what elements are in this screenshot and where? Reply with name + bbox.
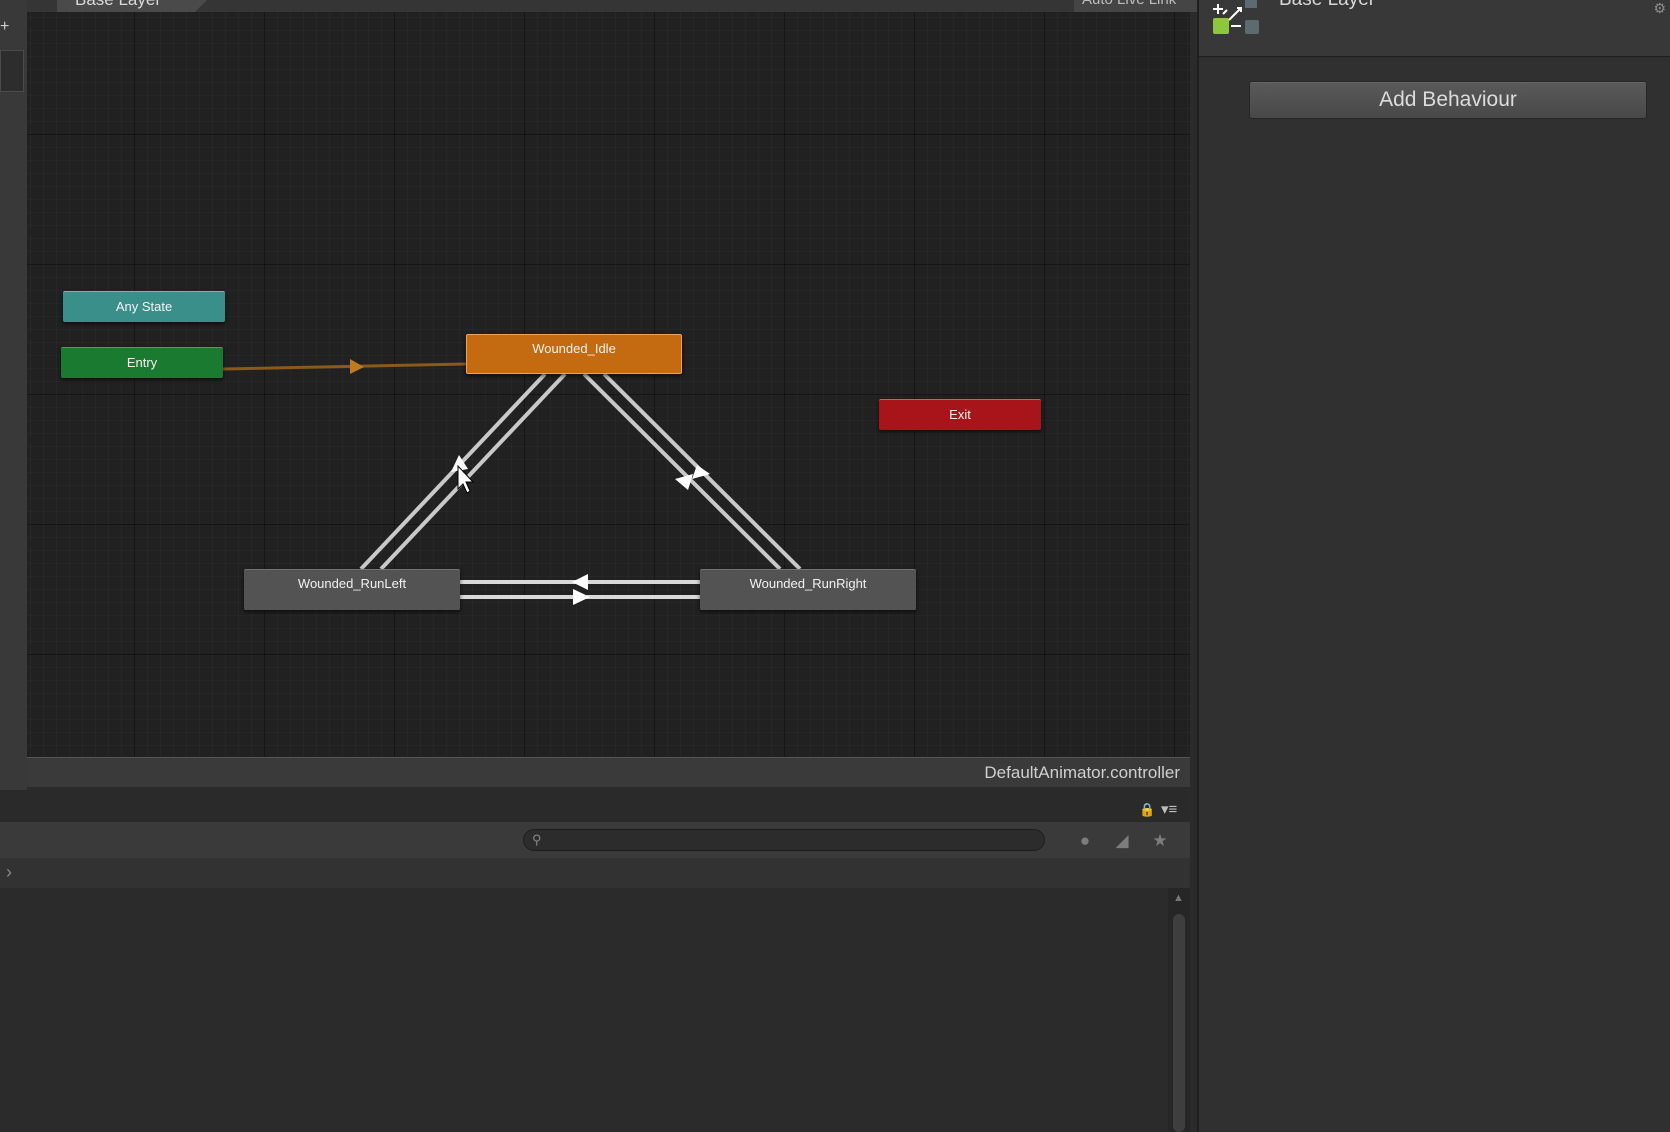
panel-toolbar: ⚲ ● ◢ ★ [0, 822, 1190, 859]
inspector-panel: Base Layer ⚙ Add Behaviour [1197, 0, 1670, 1132]
graph-footer: DefaultAnimator.controller [27, 757, 1190, 787]
state-wounded-runleft[interactable]: Wounded_RunLeft [244, 569, 460, 610]
label-icon[interactable]: ◢ [1111, 831, 1133, 851]
filter-type-icon[interactable]: ● [1074, 831, 1096, 851]
project-content[interactable] [0, 888, 1168, 1132]
breadcrumb[interactable]: Base Layer [57, 0, 207, 12]
auto-live-link-toggle[interactable]: Auto Live Link [1074, 0, 1206, 12]
favorite-icon[interactable]: ★ [1149, 831, 1171, 851]
search-input[interactable] [552, 831, 1036, 851]
state-exit[interactable]: Exit [879, 399, 1041, 430]
inspector-title: Base Layer [1279, 0, 1375, 11]
state-wounded-runright[interactable]: Wounded_RunRight [700, 569, 916, 610]
state-label: Entry [126, 355, 158, 370]
settings-icon[interactable]: ⚙ [1653, 0, 1666, 17]
state-label: Exit [949, 407, 971, 422]
state-entry[interactable]: Entry [61, 347, 223, 378]
animator-graph[interactable] [27, 12, 1190, 757]
chevron-right-icon[interactable]: › [6, 862, 12, 883]
controller-name: DefaultAnimator.controller [984, 763, 1180, 782]
lock-icon[interactable]: 🔒 [1139, 802, 1155, 818]
state-label: Wounded_RunLeft [297, 576, 407, 591]
menu-icon[interactable]: ▾≡ [1161, 800, 1177, 818]
vertical-scrollbar[interactable]: ▲ [1168, 888, 1190, 1132]
graph-header: Base Layer Auto Live Link [27, 0, 1206, 12]
folder-breadcrumb: › [0, 858, 1190, 889]
scroll-up-icon[interactable]: ▲ [1173, 892, 1184, 904]
state-label: Wounded_RunRight [749, 576, 867, 591]
breadcrumb-label: Base Layer [75, 0, 161, 10]
layer-icon [1213, 0, 1259, 34]
left-toolbar: + [0, 0, 27, 790]
plus-icon[interactable]: + [0, 18, 14, 36]
project-panel: 🔒 ▾≡ ⚲ ● ◢ ★ › ▲ [0, 790, 1190, 1132]
layers-panel-toggle[interactable] [0, 50, 24, 92]
auto-live-link-label: Auto Live Link [1082, 0, 1176, 8]
search-icon: ⚲ [532, 832, 542, 847]
state-label: Wounded_Idle [532, 341, 616, 356]
state-any-state[interactable]: Any State [63, 291, 225, 322]
panel-tab-bar: 🔒 ▾≡ [0, 790, 1190, 823]
add-behaviour-button[interactable]: Add Behaviour [1249, 81, 1647, 119]
state-wounded-idle[interactable]: Wounded_Idle [466, 334, 682, 374]
search-field[interactable]: ⚲ [523, 829, 1045, 851]
state-label: Any State [115, 299, 173, 314]
scrollbar-thumb[interactable] [1173, 914, 1185, 1132]
inspector-header: Base Layer ⚙ [1199, 0, 1670, 57]
